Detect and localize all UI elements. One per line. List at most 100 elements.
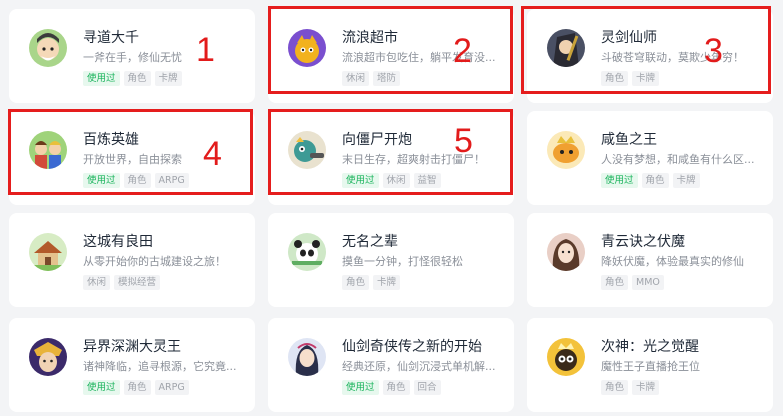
tag: 角色: [123, 380, 151, 395]
game-title: 青云诀之伏魔: [601, 234, 685, 250]
highlight-label-3: 3: [704, 32, 723, 70]
game-title: 这城有良田: [83, 234, 153, 250]
game-title: 咸鱼之王: [601, 132, 657, 148]
abyss-king-icon: [29, 338, 67, 376]
tag-list: 使用过 角色 ARPG: [83, 173, 189, 189]
game-desc: 魔性王子直播抢王位: [601, 360, 700, 373]
tag: 模拟经营: [114, 275, 161, 290]
tag: 角色: [601, 71, 629, 86]
game-desc: 末日生存，超爽射击打僵尸！: [342, 153, 485, 166]
game-avatar: [288, 29, 326, 67]
tag: ARPG: [154, 173, 189, 188]
tag-list: 角色 MMO: [601, 275, 664, 291]
game-desc: 人没有梦想，和咸鱼有什么区...: [601, 153, 755, 166]
game-card[interactable]: 寻道大千 一斧在手，修仙无忧 使用过 角色 卡牌: [9, 9, 255, 103]
game-avatar: [29, 233, 67, 271]
tag: 角色: [601, 380, 629, 395]
fairy-lady-icon: [547, 233, 585, 271]
game-title: 仙剑奇侠传之新的开始: [342, 339, 482, 355]
game-card[interactable]: 次神：光之觉醒 魔性王子直播抢王位 角色 卡牌: [527, 318, 773, 412]
tag-list: 使用过 角色 ARPG: [83, 380, 189, 396]
tag: 角色: [641, 173, 669, 188]
tag-used: 使用过: [83, 71, 120, 86]
game-card[interactable]: 灵剑仙师 斗破苍穹联动，莫欺少年穷！ 角色 卡牌: [527, 9, 773, 103]
tag-list: 使用过 角色 卡牌: [83, 71, 182, 87]
sword-fairy-icon: [288, 338, 326, 376]
game-title: 向僵尸开炮: [342, 132, 412, 148]
game-avatar: [29, 131, 67, 169]
tag: 回合: [413, 380, 441, 395]
game-avatar: [29, 29, 67, 67]
tag: 休闲: [83, 275, 111, 290]
tag: 益智: [413, 173, 441, 188]
cartoon-kid-icon: [288, 29, 326, 67]
game-desc: 从零开始你的古城建设之旅！: [83, 255, 226, 268]
game-avatar: [288, 338, 326, 376]
game-title: 异界深渊大灵王: [83, 339, 181, 355]
tag-used: 使用过: [83, 173, 120, 188]
game-avatar: [547, 338, 585, 376]
game-desc: 流浪超市包吃住，躺平发育没...: [342, 51, 496, 64]
game-card[interactable]: 异界深渊大灵王 诸神降临，追寻根源，它究竟... 使用过 角色 ARPG: [9, 318, 255, 412]
game-title: 灵剑仙师: [601, 30, 657, 46]
tag-list: 休闲 模拟经营: [83, 275, 161, 291]
game-avatar: [547, 233, 585, 271]
tag-list: 使用过 角色 回合: [342, 380, 441, 396]
tag: 角色: [342, 275, 370, 290]
tag: 休闲: [382, 173, 410, 188]
game-card[interactable]: 流浪超市 流浪超市包吃住，躺平发育没... 休闲 塔防: [268, 9, 514, 103]
game-grid: 寻道大千 一斧在手，修仙无忧 使用过 角色 卡牌 流浪超市 流浪超市包吃住，躺平…: [0, 0, 783, 416]
game-avatar: [547, 131, 585, 169]
tag: 角色: [382, 380, 410, 395]
game-title: 百炼英雄: [83, 132, 139, 148]
game-title: 流浪超市: [342, 30, 398, 46]
tag: ARPG: [154, 380, 189, 395]
tag: 塔防: [373, 71, 401, 86]
highlight-label-2: 2: [453, 32, 472, 70]
tag-list: 休闲 塔防: [342, 71, 401, 87]
tag: MMO: [632, 275, 664, 290]
game-desc: 经典还原，仙剑沉浸式单机解...: [342, 360, 496, 373]
tag-used: 使用过: [342, 380, 379, 395]
tag-list: 角色 卡牌: [342, 275, 401, 291]
tag: 休闲: [342, 71, 370, 86]
highlight-label-1: 1: [196, 31, 215, 69]
tag: 卡牌: [672, 173, 700, 188]
game-card[interactable]: 咸鱼之王 人没有梦想，和咸鱼有什么区... 使用过 角色 卡牌: [527, 111, 773, 205]
game-avatar: [288, 131, 326, 169]
salted-fish-king-icon: [547, 131, 585, 169]
tag-list: 角色 卡牌: [601, 380, 660, 396]
game-card[interactable]: 向僵尸开炮 末日生存，超爽射击打僵尸！ 使用过 休闲 益智: [268, 111, 514, 205]
game-desc: 降妖伏魔，体验最真实的修仙: [601, 255, 744, 268]
game-avatar: [288, 233, 326, 271]
game-avatar: [547, 29, 585, 67]
highlight-label-5: 5: [454, 122, 473, 160]
game-title: 次神：光之觉醒: [601, 339, 699, 355]
tag-used: 使用过: [83, 380, 120, 395]
tag: 角色: [601, 275, 629, 290]
highlight-label-4: 4: [203, 135, 222, 173]
game-desc: 一斧在手，修仙无忧: [83, 51, 182, 64]
game-card[interactable]: 仙剑奇侠传之新的开始 经典还原，仙剑沉浸式单机解... 使用过 角色 回合: [268, 318, 514, 412]
tag: 卡牌: [154, 71, 182, 86]
panda-icon: [288, 233, 326, 271]
tag-list: 角色 卡牌: [601, 71, 660, 87]
game-card[interactable]: 青云诀之伏魔 降妖伏魔，体验最真实的修仙 角色 MMO: [527, 213, 773, 307]
game-desc: 诸神降临，追寻根源，它究竟...: [83, 360, 237, 373]
tag-list: 使用过 休闲 益智: [342, 173, 441, 189]
game-desc: 斗破苍穹联动，莫欺少年穷！: [601, 51, 744, 64]
tag: 卡牌: [632, 71, 660, 86]
tag: 角色: [123, 173, 151, 188]
game-card[interactable]: 无名之辈 摸鱼一分钟，打怪很轻松 角色 卡牌: [268, 213, 514, 307]
tag: 卡牌: [632, 380, 660, 395]
zombie-gunner-icon: [288, 131, 326, 169]
game-title: 无名之辈: [342, 234, 398, 250]
game-avatar: [29, 338, 67, 376]
tag-used: 使用过: [601, 173, 638, 188]
tag-used: 使用过: [342, 173, 379, 188]
cartoon-prince-icon: [547, 338, 585, 376]
game-desc: 摸鱼一分钟，打怪很轻松: [342, 255, 463, 268]
game-card[interactable]: 这城有良田 从零开始你的古城建设之旅！ 休闲 模拟经营: [9, 213, 255, 307]
cartoon-cultivator-icon: [29, 29, 67, 67]
tag: 角色: [123, 71, 151, 86]
